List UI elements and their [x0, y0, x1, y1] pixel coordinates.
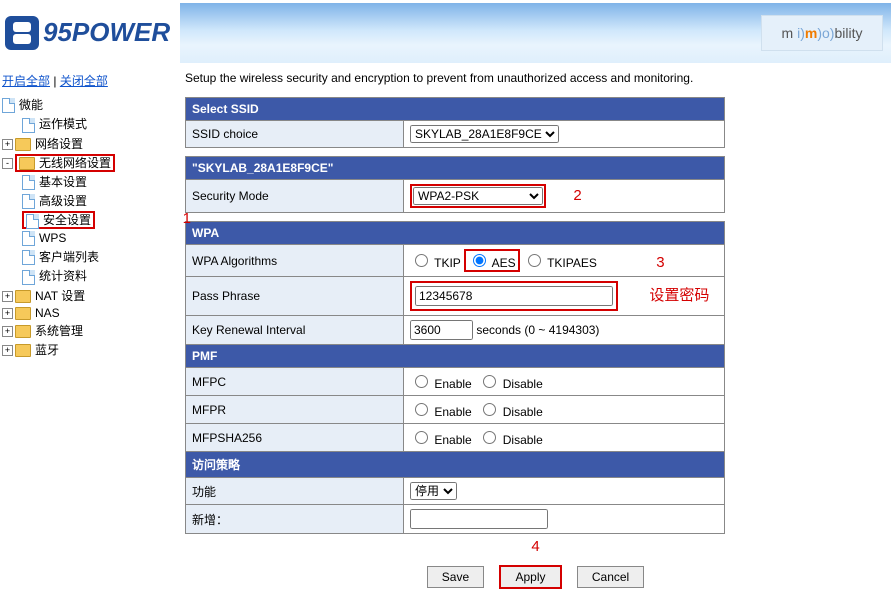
brand-logo: 95POWER [5, 16, 170, 50]
alg-aes-option[interactable]: AES [468, 251, 516, 270]
mfpsha-disable[interactable]: Disable [478, 433, 542, 447]
security-mode-select[interactable]: WPA2-PSK [413, 187, 543, 205]
tree-wlan-clients[interactable]: 客户端列表 [22, 247, 175, 266]
mfpr-label: MFPR [186, 396, 404, 424]
tree-root[interactable]: 微能 [2, 95, 175, 114]
add-input[interactable] [410, 509, 548, 529]
folder-icon [15, 344, 31, 357]
folder-icon [15, 138, 31, 151]
tree-mode[interactable]: 运作模式 [22, 114, 175, 133]
mfpc-disable[interactable]: Disable [478, 377, 542, 391]
page-icon [22, 231, 35, 246]
page-icon [22, 250, 35, 265]
page-icon [22, 175, 35, 190]
wpa-alg-label: WPA Algorithms [186, 245, 404, 277]
tree-wlan-basic[interactable]: 基本设置 [22, 172, 175, 191]
page-icon [26, 214, 39, 229]
tree-bt[interactable]: +蓝牙 [2, 340, 175, 359]
expand-icon[interactable]: + [2, 291, 13, 302]
key-renewal-hint: seconds (0 ~ 4194303) [476, 323, 599, 337]
tree-wlan-sec[interactable]: 安全设置1 [22, 210, 175, 229]
folder-icon [15, 325, 31, 338]
collapse-icon[interactable]: - [2, 158, 13, 169]
cancel-button[interactable]: Cancel [577, 566, 644, 588]
page-icon [22, 270, 35, 285]
mfpr-enable[interactable]: Enable [410, 405, 472, 419]
apply-button[interactable]: Apply [499, 565, 561, 589]
expand-icon[interactable]: + [2, 326, 13, 337]
tree-wlan-stats[interactable]: 统计资料 [22, 266, 175, 285]
tree-nas[interactable]: +NAS [2, 305, 175, 321]
folder-icon [15, 307, 31, 320]
select-ssid-table: Select SSID SSID choice SKYLAB_28A1E8F9C… [185, 97, 725, 148]
expand-icon[interactable]: + [2, 345, 13, 356]
close-all-link[interactable]: 关闭全部 [60, 74, 108, 88]
alg-tkipaes-option[interactable]: TKIPAES [523, 256, 597, 270]
security-mode-table: "SKYLAB_28A1E8F9CE" Security Mode WPA2-P… [185, 156, 725, 213]
open-all-link[interactable]: 开启全部 [2, 74, 50, 88]
key-renewal-input[interactable] [410, 320, 473, 340]
mfpc-enable[interactable]: Enable [410, 377, 472, 391]
brand-mark-icon [5, 16, 39, 50]
mfpsha-enable[interactable]: Enable [410, 433, 472, 447]
security-mode-label: Security Mode [186, 180, 404, 213]
annotation-4: 4 [531, 538, 539, 555]
func-label: 功能 [186, 478, 404, 505]
section-ssid-header: "SKYLAB_28A1E8F9CE" [186, 157, 725, 180]
tree-wlan-adv[interactable]: 高级设置 [22, 191, 175, 210]
alg-tkip-option[interactable]: TKIP [410, 256, 461, 270]
annotation-1: 1 [183, 210, 191, 227]
section-pmf: PMF [186, 345, 725, 368]
alg-aes-radio[interactable] [473, 254, 486, 267]
tree-controls: 开启全部 | 关闭全部 [0, 70, 175, 95]
alg-tkipaes-radio[interactable] [528, 254, 541, 267]
section-policy: 访问策略 [186, 452, 725, 478]
func-select[interactable]: 停用 [410, 482, 457, 500]
folder-icon [15, 290, 31, 303]
expand-icon[interactable]: + [2, 308, 13, 319]
passphrase-input[interactable] [415, 286, 613, 306]
tree-wlan-wps[interactable]: WPS [22, 230, 175, 247]
annotation-2: 2 [573, 187, 581, 204]
tree-sys[interactable]: +系统管理 [2, 321, 175, 340]
page-description: Setup the wireless security and encrypti… [185, 71, 886, 85]
tree-net[interactable]: +网络设置 [2, 134, 175, 153]
mimobility-logo: m i)m)o)bility [761, 15, 883, 51]
mfpr-disable[interactable]: Disable [478, 405, 542, 419]
folder-icon [19, 157, 35, 170]
annotation-3-text: 设置密码 [649, 287, 709, 304]
brand-text: 95POWER [43, 17, 170, 48]
page-icon [22, 194, 35, 209]
wpa-table: WPA WPA Algorithms TKIP AES TKIPAES 3 Pa… [185, 221, 725, 534]
save-button[interactable]: Save [427, 566, 484, 588]
ssid-choice-label: SSID choice [186, 121, 404, 148]
mfpc-label: MFPC [186, 368, 404, 396]
annotation-3: 3 [656, 254, 664, 271]
ssid-choice-select[interactable]: SKYLAB_28A1E8F9CE [410, 125, 559, 143]
tree-wlan[interactable]: -无线网络设置 [2, 153, 175, 172]
alg-tkip-radio[interactable] [415, 254, 428, 267]
button-row: Save Apply Cancel [185, 565, 886, 589]
page-icon [2, 98, 15, 113]
add-label: 新增： [186, 505, 404, 534]
section-wpa: WPA [186, 222, 725, 245]
expand-icon[interactable]: + [2, 139, 13, 150]
passphrase-label: Pass Phrase [186, 277, 404, 316]
mfpsha-label: MFPSHA256 [186, 424, 404, 452]
section-select-ssid: Select SSID [186, 98, 725, 121]
tree-nat[interactable]: +NAT 设置 [2, 286, 175, 305]
header-banner: m i)m)o)bility [180, 3, 891, 63]
key-renewal-label: Key Renewal Interval [186, 316, 404, 345]
page-icon [22, 118, 35, 133]
